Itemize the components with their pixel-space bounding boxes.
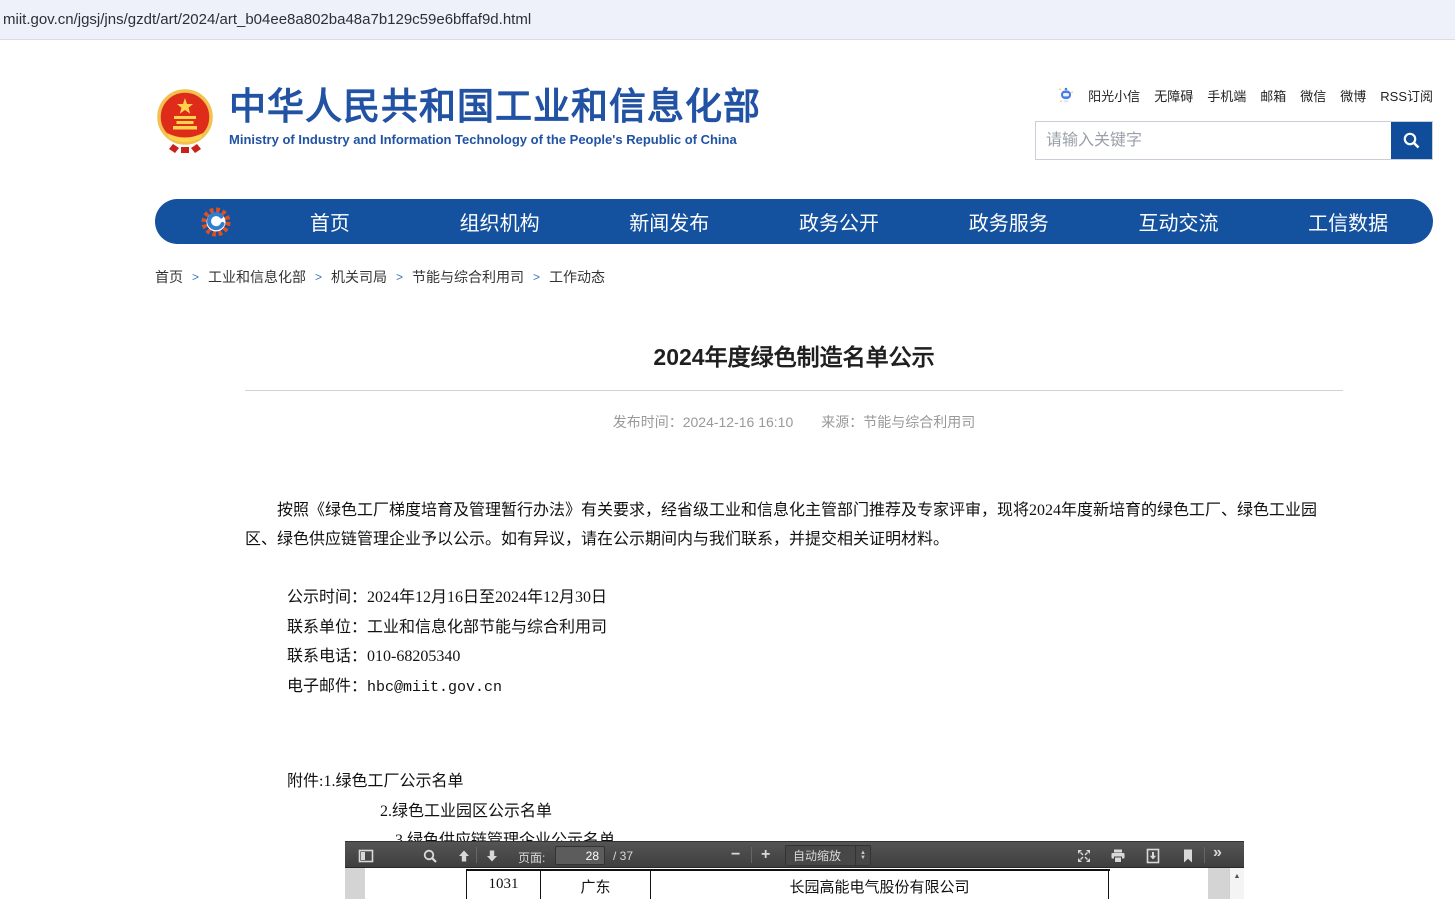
- sidebar-toggle-button[interactable]: [357, 847, 374, 864]
- pdf-page-view: 1031 广东 长园高能电气股份有限公司 ▲: [345, 868, 1244, 899]
- nav-item-gov-services[interactable]: 政务服务: [924, 207, 1094, 236]
- nav-item-organization[interactable]: 组织机构: [415, 207, 585, 236]
- pdf-table-row: 1031 广东 长园高能电气股份有限公司: [466, 869, 1110, 899]
- search-button[interactable]: [1391, 122, 1432, 159]
- breadcrumb-work-updates[interactable]: 工作动态: [549, 267, 605, 287]
- nav-item-home[interactable]: 首页: [245, 207, 415, 236]
- bookmark-button[interactable]: [1179, 847, 1196, 864]
- page-total: / 37: [613, 849, 633, 863]
- site-title: 中华人民共和国工业和信息化部: [229, 86, 761, 128]
- quick-link-mail[interactable]: 邮箱: [1260, 86, 1286, 105]
- table-cell-province: 广东: [540, 871, 650, 899]
- site-subtitle: Ministry of Industry and Information Tec…: [229, 132, 761, 147]
- toolbar-divider: [476, 847, 477, 863]
- download-button[interactable]: [1144, 847, 1161, 864]
- quick-links: 阳光小信 无障碍 手机端 邮箱 微信 微博 RSS订阅: [1035, 84, 1433, 106]
- table-cell-company: 长园高能电气股份有限公司: [650, 871, 1109, 899]
- title-divider: [245, 390, 1343, 391]
- breadcrumb-separator: >: [315, 270, 322, 284]
- table-cell-id: 1031: [466, 871, 540, 899]
- publish-time: 2024-12-16 16:10: [683, 414, 794, 430]
- contact-email-line: 电子邮件：hbc@miit.gov.cn: [245, 672, 1343, 703]
- contact-unit: 联系单位：工业和信息化部节能与综合利用司: [245, 613, 1343, 643]
- pdf-search-button[interactable]: [421, 847, 438, 864]
- nav-item-news[interactable]: 新闻发布: [584, 207, 754, 236]
- breadcrumb-departments[interactable]: 机关司局: [331, 267, 387, 287]
- zoom-mode-value: 自动缩放: [786, 847, 855, 864]
- header-right: 阳光小信 无障碍 手机端 邮箱 微信 微博 RSS订阅: [1035, 84, 1433, 160]
- attachment-green-factory[interactable]: 1.绿色工厂公示名单: [323, 773, 463, 790]
- breadcrumb: 首页 > 工业和信息化部 > 机关司局 > 节能与综合利用司 > 工作动态: [155, 267, 605, 287]
- site-brand: 中华人民共和国工业和信息化部 Ministry of Industry and …: [155, 86, 761, 154]
- quick-link-weibo[interactable]: 微博: [1340, 86, 1366, 105]
- source-value: 节能与综合利用司: [863, 414, 975, 430]
- scroll-up-arrow-icon[interactable]: ▲: [1230, 873, 1244, 880]
- article-title: 2024年度绿色制造名单公示: [245, 343, 1343, 371]
- source-label: 来源：: [821, 414, 863, 430]
- notice-period: 公示时间：2024年12月16日至2024年12月30日: [245, 583, 1343, 613]
- quick-link-wechat[interactable]: 微信: [1300, 86, 1326, 105]
- zoom-in-button[interactable]: +: [761, 845, 770, 865]
- breadcrumb-separator: >: [396, 270, 403, 284]
- zoom-mode-select[interactable]: 自动缩放 ▲▼: [785, 845, 871, 866]
- breadcrumb-separator: >: [533, 270, 540, 284]
- breadcrumb-energy-dept[interactable]: 节能与综合利用司: [412, 267, 524, 287]
- page-number-input[interactable]: [555, 846, 605, 865]
- nav-item-gov-disclosure[interactable]: 政务公开: [754, 207, 924, 236]
- contact-phone: 联系电话：010-68205340: [245, 642, 1343, 672]
- print-button[interactable]: [1109, 847, 1126, 864]
- attachment-green-industrial-park[interactable]: 2.绿色工业园区公示名单: [380, 803, 552, 820]
- main-nav: 首页 组织机构 新闻发布 政务公开 政务服务 互动交流 工信数据: [155, 199, 1433, 244]
- quick-link-accessibility[interactable]: 无障碍: [1154, 86, 1193, 105]
- page-up-button[interactable]: [455, 847, 472, 864]
- zoom-out-button[interactable]: −: [731, 845, 740, 865]
- quick-link-mobile[interactable]: 手机端: [1207, 86, 1246, 105]
- search-input[interactable]: [1036, 122, 1391, 159]
- page-down-button[interactable]: [483, 847, 500, 864]
- miit-gear-logo-icon: [199, 205, 233, 239]
- page-label: 页面:: [518, 849, 545, 866]
- mascot-robot-icon: [1058, 86, 1074, 104]
- national-emblem-icon: [155, 86, 215, 154]
- publish-time-label: 发布时间：: [613, 414, 683, 430]
- presentation-mode-button[interactable]: [1075, 847, 1092, 864]
- more-tools-button[interactable]: »: [1213, 843, 1222, 863]
- quick-link-sunshine[interactable]: 阳光小信: [1088, 86, 1140, 105]
- breadcrumb-home[interactable]: 首页: [155, 267, 183, 287]
- email-label: 电子邮件：: [287, 678, 367, 695]
- search-box: [1035, 121, 1433, 160]
- toolbar-divider: [751, 847, 752, 863]
- breadcrumb-miit[interactable]: 工业和信息化部: [208, 267, 306, 287]
- email-address: hbc@miit.gov.cn: [367, 679, 502, 696]
- search-icon: [1402, 131, 1421, 150]
- nav-item-interaction[interactable]: 互动交流: [1094, 207, 1264, 236]
- zoom-select-spinner-icon: ▲▼: [855, 846, 870, 865]
- browser-url-bar[interactable]: miit.gov.cn/jgsj/jns/gzdt/art/2024/art_b…: [0, 0, 1455, 40]
- pdf-scrollbar[interactable]: ▲: [1229, 868, 1244, 899]
- article-paragraph: 按照《绿色工厂梯度培育及管理暂行办法》有关要求，经省级工业和信息化主管部门推荐及…: [245, 496, 1343, 554]
- breadcrumb-separator: >: [192, 270, 199, 284]
- pdf-toolbar: 页面: / 37 − + 自动缩放 ▲▼: [345, 841, 1244, 868]
- contact-info: 公示时间：2024年12月16日至2024年12月30日 联系单位：工业和信息化…: [245, 583, 1343, 703]
- nav-item-data[interactable]: 工信数据: [1263, 207, 1433, 236]
- article: 2024年度绿色制造名单公示 发布时间：2024-12-16 16:10 来源：节…: [155, 300, 1433, 856]
- article-meta: 发布时间：2024-12-16 16:10 来源：节能与综合利用司: [245, 412, 1343, 432]
- quick-link-rss[interactable]: RSS订阅: [1380, 86, 1433, 105]
- attachments-label: 附件:: [287, 773, 323, 790]
- pdf-page: 1031 广东 长园高能电气股份有限公司: [365, 868, 1208, 899]
- pdf-viewer: 页面: / 37 − + 自动缩放 ▲▼: [345, 841, 1244, 899]
- toolbar-divider: [1204, 847, 1205, 863]
- page-url: miit.gov.cn/jgsj/jns/gzdt/art/2024/art_b…: [3, 11, 531, 28]
